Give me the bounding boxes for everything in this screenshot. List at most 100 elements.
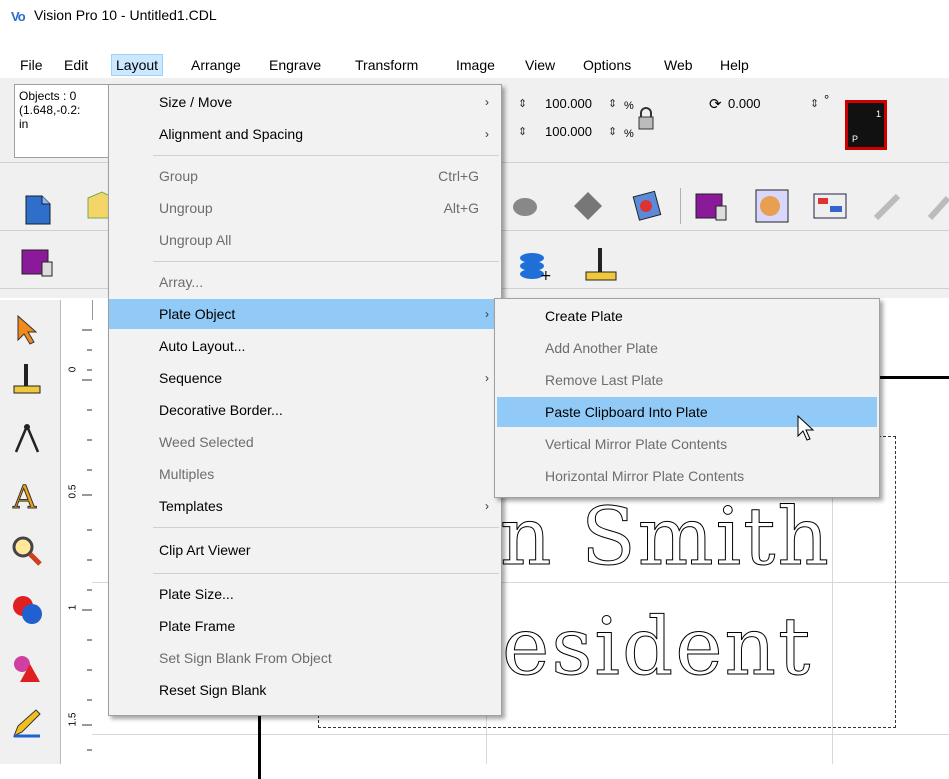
menu-help[interactable]: Help (716, 55, 753, 75)
menu-auto-layout[interactable]: Auto Layout... (109, 331, 501, 361)
lock-icon[interactable] (636, 106, 656, 132)
fill-shapes-icon[interactable] (10, 652, 44, 686)
menu-plate-object[interactable]: Plate Object › (109, 299, 501, 329)
compass-icon[interactable] (10, 422, 44, 456)
menu-separator (153, 155, 499, 156)
spinner-icon[interactable]: ⇕ (810, 97, 819, 110)
title-bar: Vo Vision Pro 10 - Untitled1.CDL (0, 0, 949, 30)
degree-label: ° (824, 92, 830, 107)
menu-plate-frame[interactable]: Plate Frame (109, 611, 501, 641)
menu-image[interactable]: Image (452, 55, 499, 75)
swatch-number: 1 (875, 109, 881, 119)
menu-create-plate[interactable]: Create Plate (495, 301, 879, 331)
color-swatch[interactable]: 1 P (845, 100, 887, 150)
ruler-mark: 1.5 (67, 712, 79, 727)
menu-engrave[interactable]: Engrave (265, 55, 325, 75)
submenu-arrow-icon: › (485, 127, 489, 141)
photo-icon[interactable] (752, 186, 792, 226)
machine-icon[interactable] (690, 186, 730, 226)
spinner-icon[interactable]: ⇕ (608, 125, 617, 138)
menu-web[interactable]: Web (660, 55, 697, 75)
scale-x-field[interactable]: 100.000 (545, 96, 592, 114)
menu-multiples[interactable]: Multiples (109, 459, 501, 489)
plate-object-submenu: Create Plate Add Another Plate Remove La… (494, 298, 880, 498)
diamond-icon[interactable] (568, 186, 608, 226)
window-title: Vision Pro 10 - Untitled1.CDL (34, 7, 217, 23)
layout-menu: Size / Move › Alignment and Spacing › Grou… (108, 84, 502, 716)
menu-set-sign-blank[interactable]: Set Sign Blank From Object (109, 643, 501, 673)
ruler-mark: 0 (67, 366, 79, 373)
rotation-field[interactable]: 0.000 (728, 96, 761, 114)
zoom-icon[interactable] (10, 534, 44, 568)
open-folder-icon[interactable] (86, 188, 110, 224)
spinner-icon[interactable]: ⇕ (518, 97, 527, 110)
units-label: in (19, 117, 29, 131)
canvas-text-line2[interactable]: esident (501, 600, 812, 694)
menu-separator (153, 261, 499, 262)
menu-separator (153, 527, 499, 528)
settings-panel-icon[interactable] (810, 186, 850, 226)
image-tool-icon[interactable] (626, 186, 666, 226)
new-file-icon[interactable] (20, 192, 56, 228)
menu-ungroup[interactable]: Ungroup Alt+G (109, 193, 501, 223)
rotate-icon: ⟳ (709, 96, 722, 113)
menu-bar: File Edit Layout Arrange Engrave Transfo… (0, 52, 949, 76)
menu-edit[interactable]: Edit (60, 55, 92, 75)
menu-plate-size[interactable]: Plate Size... (109, 579, 501, 609)
menu-decorative-border[interactable]: Decorative Border... (109, 395, 501, 425)
engrave-tool-icon[interactable] (10, 362, 44, 396)
node-edit-icon-2[interactable] (922, 186, 949, 226)
menu-ungroup-all[interactable]: Ungroup All (109, 225, 501, 255)
text-tool-icon[interactable]: A (10, 478, 44, 512)
ruler-mark: 1 (67, 604, 79, 611)
canvas-text-line1[interactable]: n Smith (500, 490, 831, 584)
menu-group[interactable]: Group Ctrl+G (109, 161, 501, 191)
submenu-arrow-icon: › (485, 307, 489, 321)
engrave-tool-icon[interactable] (582, 244, 622, 284)
object-info-panel: Objects : 0 (1.648,-0.2: in (14, 84, 116, 158)
menu-size-move[interactable]: Size / Move › (109, 87, 501, 117)
layer-stack-icon[interactable]: + (516, 246, 552, 286)
menu-vertical-mirror[interactable]: Vertical Mirror Plate Contents (495, 429, 879, 459)
menu-arrange[interactable]: Arrange (187, 55, 245, 75)
menu-options[interactable]: Options (579, 55, 635, 75)
svg-text:+: + (540, 268, 552, 284)
percent-label: % (624, 128, 634, 140)
percent-label: % (624, 100, 634, 112)
spinner-icon[interactable]: ⇕ (608, 97, 617, 110)
menu-paste-clipboard-into-plate[interactable]: Paste Clipboard Into Plate (497, 397, 877, 427)
menu-templates[interactable]: Templates › (109, 491, 501, 521)
cursor-position: (1.648,-0.2: (19, 103, 81, 117)
ruler-ticks (82, 329, 92, 751)
app-logo-icon: Vo (11, 9, 26, 24)
object-count: Objects : 0 (19, 89, 77, 103)
menu-remove-last-plate[interactable]: Remove Last Plate (495, 365, 879, 395)
ruler-mark: 0.5 (67, 484, 79, 499)
tool-icon[interactable] (508, 192, 542, 222)
menu-alignment-spacing[interactable]: Alignment and Spacing › (109, 119, 501, 149)
menu-horizontal-mirror[interactable]: Horizontal Mirror Plate Contents (495, 461, 879, 491)
submenu-arrow-icon: › (485, 499, 489, 513)
spinner-icon[interactable]: ⇕ (518, 125, 527, 138)
submenu-arrow-icon: › (485, 371, 489, 385)
machine-icon[interactable] (16, 242, 56, 282)
menu-separator (153, 573, 499, 574)
node-edit-icon[interactable] (868, 186, 908, 226)
toolbar-separator (680, 188, 681, 224)
select-arrow-icon[interactable] (10, 312, 44, 346)
scale-y-field[interactable]: 100.000 (545, 124, 592, 142)
menu-array[interactable]: Array... (109, 267, 501, 297)
menu-reset-sign-blank[interactable]: Reset Sign Blank (109, 675, 501, 705)
menu-add-another-plate[interactable]: Add Another Plate (495, 333, 879, 363)
menu-transform[interactable]: Transform (351, 55, 422, 75)
pencil-icon[interactable] (10, 706, 44, 740)
menu-sequence[interactable]: Sequence › (109, 363, 501, 393)
vertical-ruler[interactable]: 0 0.5 1 1.5 (64, 300, 93, 764)
menu-weed-selected[interactable]: Weed Selected (109, 427, 501, 457)
mouse-cursor-icon (797, 414, 815, 441)
menu-view[interactable]: View (521, 55, 559, 75)
menu-layout[interactable]: Layout (111, 54, 164, 76)
menu-clip-art-viewer[interactable]: Clip Art Viewer (109, 535, 501, 565)
shapes-icon[interactable] (10, 592, 44, 626)
menu-file[interactable]: File (16, 55, 47, 75)
